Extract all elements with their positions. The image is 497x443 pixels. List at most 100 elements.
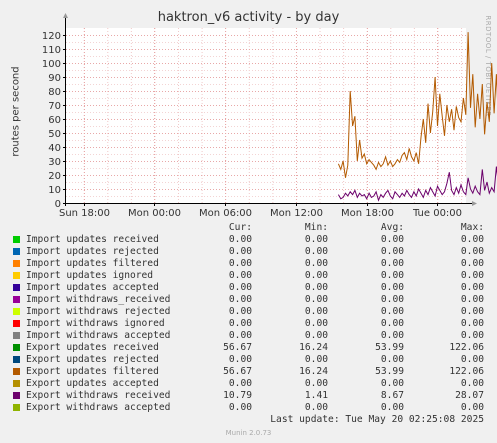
legend-max: 122.06 xyxy=(449,342,484,353)
legend-header: Cur: Min: Avg: Max: xyxy=(0,222,497,234)
legend-row: Import withdraws rejected 0.00 0.00 0.00 0.0… xyxy=(0,306,497,318)
legend-cur: 56.67 xyxy=(223,342,252,353)
legend-cur: 0.00 xyxy=(228,318,252,329)
legend-max: 0.00 xyxy=(460,378,484,389)
legend-cur: 0.00 xyxy=(228,270,252,281)
legend-series-name: Export updates accepted xyxy=(26,378,159,389)
legend-header-max: Max: xyxy=(460,222,484,233)
legend-cur: 0.00 xyxy=(228,378,252,389)
legend-row: Export updates rejected 0.00 0.00 0.00 0.00 xyxy=(0,354,497,366)
legend-avg: 53.99 xyxy=(375,366,404,377)
legend-row: Export updates filtered 56.67 16.24 53.99 12… xyxy=(0,366,497,378)
legend-max: 0.00 xyxy=(460,402,484,413)
legend-min: 16.24 xyxy=(299,342,328,353)
legend-swatch xyxy=(13,392,20,399)
legend-row: Export updates accepted 0.00 0.00 0.00 0.00 xyxy=(0,378,497,390)
legend-avg: 0.00 xyxy=(380,330,404,341)
legend-max: 28.07 xyxy=(455,390,484,401)
legend-row: Import updates accepted 0.00 0.00 0.00 0.00 xyxy=(0,282,497,294)
legend-series-name: Import updates filtered xyxy=(26,258,159,269)
legend-avg: 53.99 xyxy=(375,342,404,353)
legend-min: 0.00 xyxy=(304,258,328,269)
legend-min: 0.00 xyxy=(304,378,328,389)
y-tick-label: 100 xyxy=(42,59,61,70)
x-tick-label: Tue 00:00 xyxy=(412,208,462,219)
y-tick-label: 120 xyxy=(42,31,61,42)
legend-cur: 0.00 xyxy=(228,354,252,365)
y-tick-label: 60 xyxy=(48,115,61,126)
legend-max: 0.00 xyxy=(460,318,484,329)
legend-row: Import updates received 0.00 0.00 0.00 0.00 xyxy=(0,234,497,246)
legend-row: Import withdraws_received 0.00 0.00 0.00 0.0… xyxy=(0,294,497,306)
legend-max: 0.00 xyxy=(460,246,484,257)
legend-swatch xyxy=(13,404,20,411)
legend-row: Import updates filtered 0.00 0.00 0.00 0.00 xyxy=(0,258,497,270)
legend-avg: 0.00 xyxy=(380,258,404,269)
legend-min: 0.00 xyxy=(304,270,328,281)
legend-swatch xyxy=(13,296,20,303)
y-tick-label: 30 xyxy=(48,157,61,168)
legend-avg: 0.00 xyxy=(380,354,404,365)
legend-series-name: Import withdraws_received xyxy=(26,294,171,305)
legend-series-name: Import updates accepted xyxy=(26,282,159,293)
legend-min: 0.00 xyxy=(304,282,328,293)
legend-avg: 0.00 xyxy=(380,294,404,305)
legend-series-name: Export withdraws received xyxy=(26,390,171,401)
legend-max: 0.00 xyxy=(460,330,484,341)
legend-max: 0.00 xyxy=(460,294,484,305)
legend-min: 1.41 xyxy=(304,390,328,401)
legend-swatch xyxy=(13,236,20,243)
legend-max: 122.06 xyxy=(449,366,484,377)
legend-max: 0.00 xyxy=(460,270,484,281)
legend-row: Export updates received 56.67 16.24 53.99 12… xyxy=(0,342,497,354)
legend-swatch xyxy=(13,320,20,327)
y-tick-label: 80 xyxy=(48,87,61,98)
legend-series-name: Export withdraws accepted xyxy=(26,402,171,413)
x-tick-label: Mon 00:00 xyxy=(128,208,181,219)
legend-min: 0.00 xyxy=(304,306,328,317)
legend-avg: 0.00 xyxy=(380,234,404,245)
legend-cur: 0.00 xyxy=(228,330,252,341)
legend-swatch xyxy=(13,272,20,279)
legend-avg: 0.00 xyxy=(380,270,404,281)
legend-min: 0.00 xyxy=(304,354,328,365)
y-tick-label: 110 xyxy=(42,45,61,56)
legend-swatch xyxy=(13,332,20,339)
legend-avg: 0.00 xyxy=(380,246,404,257)
legend-swatch xyxy=(13,368,20,375)
legend-series-name: Import updates received xyxy=(26,234,159,245)
legend-min: 16.24 xyxy=(299,366,328,377)
legend-row: Import updates ignored 0.00 0.00 0.00 0.00 xyxy=(0,270,497,282)
legend-series-name: Import updates ignored xyxy=(26,270,154,281)
legend-cur: 0.00 xyxy=(228,402,252,413)
legend-cur: 0.00 xyxy=(228,294,252,305)
legend-avg: 0.00 xyxy=(380,318,404,329)
legend-swatch xyxy=(13,308,20,315)
legend-cur: 56.67 xyxy=(223,366,252,377)
y-axis-arrow xyxy=(63,13,68,18)
legend-cur: 0.00 xyxy=(228,246,252,257)
legend-series-name: Import withdraws accepted xyxy=(26,330,171,341)
legend-row: Export withdraws received 10.79 1.41 8.67 28… xyxy=(0,390,497,402)
legend-swatch xyxy=(13,380,20,387)
legend-series-name: Export updates filtered xyxy=(26,366,159,377)
legend-max: 0.00 xyxy=(460,234,484,245)
legend-min: 0.00 xyxy=(304,294,328,305)
legend-min: 0.00 xyxy=(304,402,328,413)
legend-cur: 0.00 xyxy=(228,234,252,245)
legend-cur: 10.79 xyxy=(223,390,252,401)
legend-swatch xyxy=(13,260,20,267)
legend-series-name: Export updates received xyxy=(26,342,159,353)
x-tick-label: Mon 12:00 xyxy=(270,208,323,219)
legend-avg: 0.00 xyxy=(380,306,404,317)
legend-header-min: Min: xyxy=(304,222,328,233)
legend-max: 0.00 xyxy=(460,306,484,317)
legend-avg: 0.00 xyxy=(380,378,404,389)
legend-avg: 0.00 xyxy=(380,402,404,413)
legend-header-cur: Cur: xyxy=(228,222,252,233)
legend-series-name: Import withdraws ignored xyxy=(26,318,165,329)
legend-max: 0.00 xyxy=(460,354,484,365)
legend-cur: 0.00 xyxy=(228,258,252,269)
plot-area xyxy=(66,28,466,203)
x-axis-arrow xyxy=(472,201,477,206)
